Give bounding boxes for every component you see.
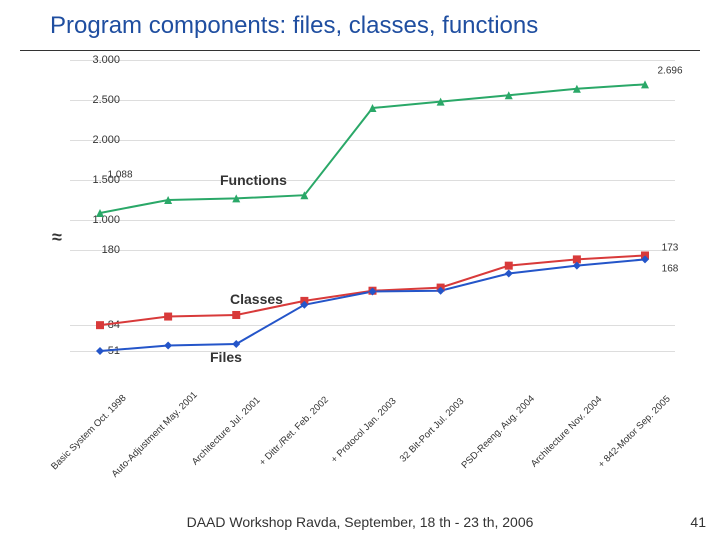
data-marker	[505, 269, 513, 277]
page-number: 41	[690, 514, 706, 530]
data-marker	[164, 313, 172, 321]
chart-svg	[70, 60, 675, 420]
data-marker	[232, 311, 240, 319]
data-marker	[232, 340, 240, 348]
page-title: Program components: files, classes, func…	[50, 12, 538, 40]
data-marker	[96, 347, 104, 355]
value-label: 173	[662, 243, 679, 254]
value-label: 168	[662, 264, 679, 275]
series-label-files: Files	[210, 349, 242, 365]
footer-text: DAAD Workshop Ravda, September, 18 th - …	[0, 514, 720, 530]
divider	[20, 50, 700, 51]
series-label-functions: Functions	[220, 172, 287, 188]
chart-area: 3.000 2.500 2.000 1.500 1.000 ≈ 180 84 5…	[30, 55, 690, 465]
data-marker	[96, 321, 104, 329]
value-label: 2.696	[657, 66, 682, 77]
value-label: 1.088	[107, 170, 132, 181]
series-label-classes: Classes	[230, 291, 283, 307]
data-marker	[505, 262, 513, 270]
series-line	[100, 259, 645, 351]
series-line	[100, 84, 645, 213]
data-marker	[164, 342, 172, 350]
